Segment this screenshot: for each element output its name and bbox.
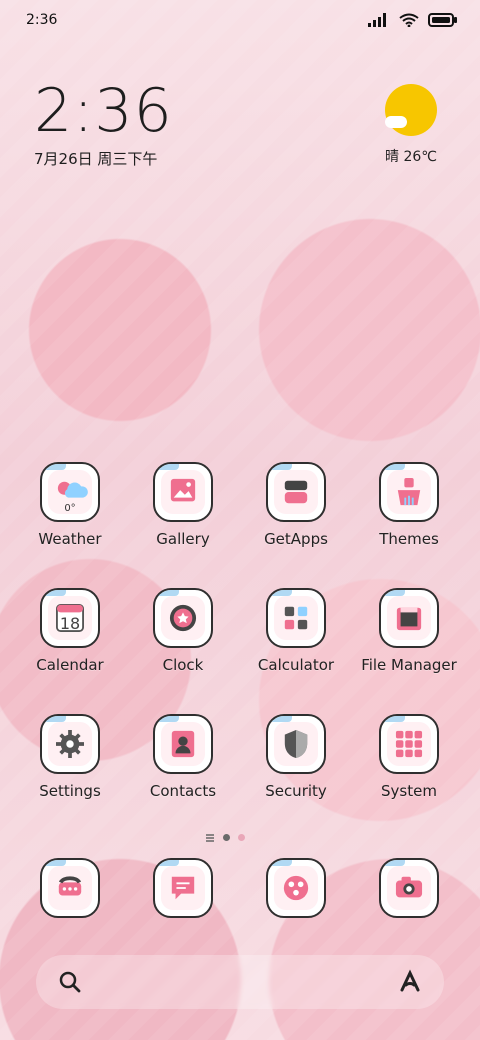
app-security[interactable]: Security bbox=[240, 714, 352, 800]
app-label-contacts: Contacts bbox=[149, 782, 217, 800]
page-dot-2[interactable] bbox=[238, 834, 245, 841]
calendar-day: 18 bbox=[59, 614, 81, 633]
app-calculator[interactable]: Calculator bbox=[240, 588, 352, 674]
app-label-system: System bbox=[381, 782, 437, 800]
browser-icon bbox=[266, 858, 326, 918]
app-clock[interactable]: Clock bbox=[127, 588, 239, 674]
gallery-icon bbox=[153, 462, 213, 522]
app-system-folder[interactable]: System bbox=[353, 714, 465, 800]
dock-camera[interactable] bbox=[353, 858, 465, 918]
system-folder-icon bbox=[379, 714, 439, 774]
camera-icon bbox=[379, 858, 439, 918]
app-label-settings: Settings bbox=[39, 782, 101, 800]
status-bar: 2:36 bbox=[0, 0, 480, 40]
clock-time: 2:36 bbox=[34, 76, 173, 146]
settings-icon bbox=[40, 714, 100, 774]
dock bbox=[14, 858, 466, 928]
themes-icon bbox=[379, 462, 439, 522]
contacts-icon bbox=[153, 714, 213, 774]
wifi-icon bbox=[399, 12, 419, 31]
app-gallery[interactable]: Gallery bbox=[127, 462, 239, 548]
app-label-gallery: Gallery bbox=[156, 530, 210, 548]
battery-icon bbox=[428, 12, 458, 31]
signal-icon bbox=[368, 12, 390, 31]
app-settings[interactable]: Settings bbox=[14, 714, 126, 800]
weather-icon: 0° bbox=[40, 462, 100, 522]
dock-messages[interactable] bbox=[127, 858, 239, 918]
app-label-clock: Clock bbox=[162, 656, 204, 674]
security-icon bbox=[266, 714, 326, 774]
app-themes[interactable]: Themes bbox=[353, 462, 465, 548]
app-label-calculator: Calculator bbox=[257, 656, 335, 674]
calendar-icon: 18 bbox=[40, 588, 100, 648]
page-indicator-menu-icon bbox=[205, 828, 215, 847]
app-weather[interactable]: 0° Weather bbox=[14, 462, 126, 548]
app-label-getapps: GetApps bbox=[264, 530, 328, 548]
status-icons bbox=[368, 12, 458, 31]
dock-phone[interactable] bbox=[14, 858, 126, 918]
app-label-file-manager: File Manager bbox=[361, 656, 457, 674]
search-bar[interactable] bbox=[36, 955, 444, 1009]
clock-date: 7月26日 周三下午 bbox=[34, 150, 158, 168]
dock-browser[interactable] bbox=[240, 858, 352, 918]
app-label-security: Security bbox=[265, 782, 327, 800]
clock-icon bbox=[153, 588, 213, 648]
assistant-icon[interactable] bbox=[396, 968, 424, 1000]
getapps-icon bbox=[266, 462, 326, 522]
app-file-manager[interactable]: File Manager bbox=[353, 588, 465, 674]
sun-icon bbox=[385, 84, 437, 136]
page-indicator bbox=[205, 828, 245, 847]
phone-icon bbox=[40, 858, 100, 918]
page-dot-1[interactable] bbox=[223, 834, 230, 841]
cloud-icon bbox=[385, 116, 407, 128]
messages-icon bbox=[153, 858, 213, 918]
app-getapps[interactable]: GetApps bbox=[240, 462, 352, 548]
weather-summary: 晴 26℃ bbox=[385, 149, 437, 165]
search-icon[interactable] bbox=[58, 970, 82, 998]
weather-icon-temp: 0° bbox=[64, 503, 76, 514]
status-time: 2:36 bbox=[26, 12, 58, 28]
app-label-calendar: Calendar bbox=[36, 656, 104, 674]
app-calendar[interactable]: 18 Calendar bbox=[14, 588, 126, 674]
app-contacts[interactable]: Contacts bbox=[127, 714, 239, 800]
clock-widget[interactable]: 2:36 7月26日 周三下午 bbox=[34, 80, 173, 169]
weather-widget[interactable]: 晴 26℃ bbox=[376, 84, 446, 166]
file-manager-icon bbox=[379, 588, 439, 648]
app-label-weather: Weather bbox=[38, 530, 102, 548]
calculator-icon bbox=[266, 588, 326, 648]
app-label-themes: Themes bbox=[379, 530, 439, 548]
